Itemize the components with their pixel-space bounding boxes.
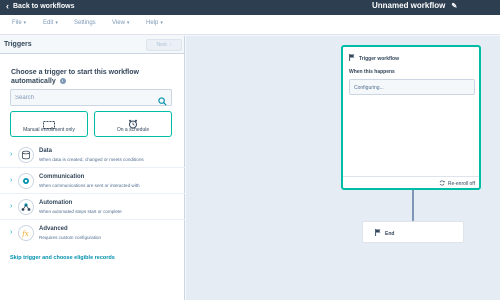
menu-edit-label: Edit bbox=[43, 20, 54, 26]
trigger-card-footer: Re-enroll off bbox=[343, 176, 479, 188]
category-advanced[interactable]: › fx Advanced Requires custom configurat… bbox=[0, 220, 185, 246]
search-field bbox=[10, 89, 172, 106]
choose-trigger-heading: Choose a trigger to start this workflow … bbox=[11, 68, 176, 86]
caret-down-icon: ▾ bbox=[55, 20, 58, 26]
next-label: Next bbox=[156, 42, 167, 48]
chevron-left-icon: ‹ bbox=[6, 1, 9, 11]
menu-file[interactable]: File ▾ bbox=[12, 20, 26, 26]
manual-enrollment-option[interactable]: Manual enrollment only bbox=[10, 111, 88, 137]
end-card[interactable]: End bbox=[362, 221, 464, 243]
re-enroll-toggle[interactable]: Re-enroll off bbox=[439, 180, 475, 188]
category-title: Advanced bbox=[39, 226, 68, 232]
menu-help[interactable]: Help ▾ bbox=[146, 20, 163, 26]
caret-down-icon: ▾ bbox=[126, 20, 130, 26]
skip-trigger-link[interactable]: Skip trigger and choose eligible records bbox=[10, 255, 115, 261]
end-label: End bbox=[385, 230, 395, 237]
triggers-panel-header: Triggers Next › bbox=[0, 36, 184, 54]
menu-settings-label: Settings bbox=[74, 20, 96, 26]
menu-view-label: View bbox=[112, 20, 125, 26]
caret-down-icon: ▾ bbox=[160, 20, 163, 26]
chevron-right-icon: › bbox=[169, 42, 172, 48]
top-bar: ‹ Back to workflows Unnamed workflow ✎ bbox=[0, 0, 500, 15]
category-communication[interactable]: › Communication When communications are … bbox=[0, 168, 185, 194]
menu-view[interactable]: View ▾ bbox=[112, 20, 129, 26]
trigger-card-subtitle: When this happens bbox=[349, 69, 395, 75]
workflow-title-text: Unnamed workflow bbox=[372, 1, 446, 10]
end-card-label-wrap: End bbox=[375, 229, 394, 238]
menu-bar: File ▾ Edit ▾ Settings View ▾ Help ▾ bbox=[0, 15, 500, 35]
caret-down-icon: ▾ bbox=[23, 20, 27, 26]
category-description: When communications are sent or interact… bbox=[39, 183, 140, 188]
menu-help-label: Help bbox=[146, 20, 159, 26]
on-a-schedule-label: On a schedule bbox=[116, 127, 150, 133]
triggers-panel: Triggers Next › Choose a trigger to star… bbox=[0, 36, 185, 300]
data-icon bbox=[18, 147, 34, 163]
category-title: Automation bbox=[39, 200, 73, 206]
trigger-status-text: Configuring... bbox=[354, 85, 384, 91]
workflow-title[interactable]: Unnamed workflow ✎ bbox=[372, 1, 457, 10]
on-a-schedule-option[interactable]: On a schedule bbox=[94, 111, 172, 137]
menu-settings[interactable]: Settings bbox=[74, 20, 96, 26]
communication-icon bbox=[18, 173, 34, 189]
chevron-right-icon: › bbox=[10, 177, 13, 184]
choose-trigger-text: Choose a trigger to start this workflow … bbox=[11, 69, 139, 85]
chevron-right-icon: › bbox=[10, 203, 13, 210]
manual-enrollment-label: Manual enrollment only bbox=[23, 127, 75, 133]
next-button[interactable]: Next › bbox=[146, 39, 182, 51]
menu-file-label: File bbox=[12, 20, 22, 26]
flag-icon bbox=[349, 54, 355, 63]
re-enroll-label: Re-enroll off bbox=[447, 181, 475, 187]
info-icon[interactable]: i bbox=[59, 78, 66, 85]
back-label: Back to workflows bbox=[13, 3, 75, 10]
trigger-workflow-card[interactable]: Trigger workflow When this happens Confi… bbox=[341, 45, 481, 190]
panel-title: Triggers bbox=[4, 41, 32, 48]
category-description: When automated steps start or complete bbox=[39, 209, 122, 214]
trigger-status-box[interactable]: Configuring... bbox=[349, 79, 475, 95]
trigger-card-title: Trigger workflow bbox=[359, 55, 400, 62]
chevron-right-icon: › bbox=[10, 229, 13, 236]
pencil-icon[interactable]: ✎ bbox=[451, 2, 457, 10]
automation-icon bbox=[18, 199, 34, 215]
workflow-connector bbox=[412, 190, 414, 222]
category-automation[interactable]: › Automation When automated steps start … bbox=[0, 194, 185, 220]
back-to-workflows-link[interactable]: ‹ Back to workflows bbox=[6, 2, 74, 11]
search-icon[interactable] bbox=[158, 93, 167, 111]
search-input[interactable] bbox=[15, 93, 155, 103]
category-description: Requires custom configuration bbox=[39, 235, 102, 240]
chevron-right-icon: › bbox=[10, 151, 13, 158]
function-icon: fx bbox=[18, 225, 34, 241]
svg-text:fx: fx bbox=[21, 230, 29, 238]
category-data[interactable]: › Data When data is created, changed or … bbox=[0, 142, 185, 168]
trigger-card-header: Trigger workflow bbox=[349, 54, 399, 63]
category-description: When data is created, changed or meets c… bbox=[39, 157, 144, 162]
category-title: Communication bbox=[39, 174, 85, 180]
re-enroll-icon bbox=[439, 180, 445, 188]
category-title: Data bbox=[39, 148, 53, 154]
menu-edit[interactable]: Edit ▾ bbox=[43, 20, 58, 26]
flag-icon bbox=[375, 229, 381, 238]
